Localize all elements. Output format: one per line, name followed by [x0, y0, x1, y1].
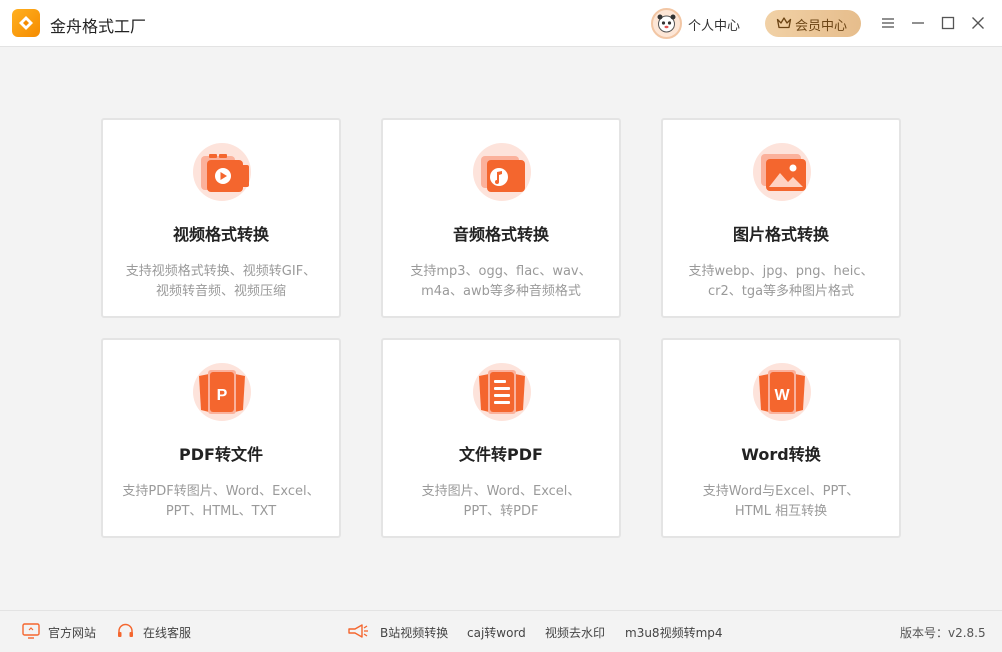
card-image-convert[interactable]: 图片格式转换 支持webp、jpg、png、heic、 cr2、tga等多种图片… — [661, 118, 901, 318]
vip-center-button[interactable]: 会员中心 — [765, 10, 861, 37]
video-icon — [193, 143, 251, 201]
image-icon — [753, 143, 811, 201]
card-desc-line: m4a、awb等多种音频格式 — [421, 284, 581, 299]
card-desc-line: 支持webp、jpg、png、heic、 — [688, 264, 874, 279]
card-description: 支持PDF转图片、Word、Excel、 PPT、HTML、TXT — [113, 482, 329, 522]
megaphone-icon — [348, 624, 368, 638]
card-desc-line: 视频转音频、视频压缩 — [155, 284, 286, 299]
card-title: 文件转PDF — [459, 445, 543, 464]
official-site-link[interactable]: 官方网站 — [48, 624, 96, 641]
user-center-link[interactable]: 个人中心 — [688, 15, 740, 34]
pdf-icon: P — [193, 363, 251, 421]
app-title: 金舟格式工厂 — [50, 17, 147, 36]
card-title: 视频格式转换 — [172, 225, 269, 244]
card-desc-line: 支持PDF转图片、Word、Excel、 — [122, 484, 320, 499]
card-desc-line: 支持视频格式转换、视频转GIF、 — [125, 264, 317, 279]
menu-icon[interactable] — [877, 12, 899, 34]
card-description: 支持图片、Word、Excel、 PPT、转PDF — [393, 482, 609, 522]
caj-to-word-link[interactable]: caj转word — [467, 624, 526, 641]
svg-text:P: P — [217, 387, 228, 404]
card-title: PDF转文件 — [179, 445, 263, 464]
card-description: 支持Word与Excel、PPT、 HTML 相互转换 — [673, 482, 889, 522]
version-label: 版本号：v2.8.5 — [900, 626, 986, 640]
card-title: 图片格式转换 — [732, 225, 829, 244]
close-icon[interactable] — [967, 12, 989, 34]
svg-text:W: W — [774, 387, 790, 404]
card-word-convert[interactable]: W Word转换 支持Word与Excel、PPT、 HTML 相互转换 — [661, 338, 901, 538]
card-description: 支持webp、jpg、png、heic、 cr2、tga等多种图片格式 — [673, 262, 889, 302]
online-service-link[interactable]: 在线客服 — [143, 624, 191, 641]
card-desc-line: PPT、HTML、TXT — [165, 504, 277, 519]
minimize-icon[interactable] — [907, 12, 929, 34]
headset-icon — [118, 623, 133, 637]
monitor-icon — [22, 623, 40, 639]
card-title: 音频格式转换 — [452, 225, 549, 244]
card-audio-convert[interactable]: 音频格式转换 支持mp3、ogg、flac、wav、 m4a、awb等多种音频格… — [381, 118, 621, 318]
audio-icon — [473, 143, 531, 201]
card-desc-line: cr2、tga等多种图片格式 — [707, 284, 855, 299]
card-title: Word转换 — [741, 445, 821, 464]
card-description: 支持视频格式转换、视频转GIF、 视频转音频、视频压缩 — [113, 262, 329, 302]
card-pdf-to-file[interactable]: P PDF转文件 支持PDF转图片、Word、Excel、 PPT、HTML、T… — [101, 338, 341, 538]
vip-center-label: 会员中心 — [795, 19, 848, 34]
user-avatar[interactable] — [651, 8, 682, 39]
app-logo-icon — [12, 9, 40, 37]
remove-watermark-link[interactable]: 视频去水印 — [545, 624, 605, 641]
word-icon: W — [753, 363, 811, 421]
document-icon — [473, 363, 531, 421]
card-description: 支持mp3、ogg、flac、wav、 m4a、awb等多种音频格式 — [393, 262, 609, 302]
card-desc-line: HTML 相互转换 — [734, 504, 828, 519]
title-bar: 金舟格式工厂 个人中心 会员中心 — [0, 0, 1002, 47]
card-video-convert[interactable]: 视频格式转换 支持视频格式转换、视频转GIF、 视频转音频、视频压缩 — [101, 118, 341, 318]
card-file-to-pdf[interactable]: 文件转PDF 支持图片、Word、Excel、 PPT、转PDF — [381, 338, 621, 538]
maximize-icon[interactable] — [937, 12, 959, 34]
footer-bar: 官方网站 在线客服 B站视频转换 caj转word 视频去水印 m3u8视频转m… — [0, 610, 1002, 652]
card-desc-line: 支持图片、Word、Excel、 — [421, 484, 581, 499]
bilibili-convert-link[interactable]: B站视频转换 — [380, 624, 448, 641]
card-desc-line: PPT、转PDF — [463, 504, 539, 519]
card-desc-line: 支持mp3、ogg、flac、wav、 — [410, 264, 592, 279]
m3u8-to-mp4-link[interactable]: m3u8视频转mp4 — [625, 624, 723, 641]
card-desc-line: 支持Word与Excel、PPT、 — [702, 484, 860, 499]
crown-icon — [776, 17, 792, 29]
